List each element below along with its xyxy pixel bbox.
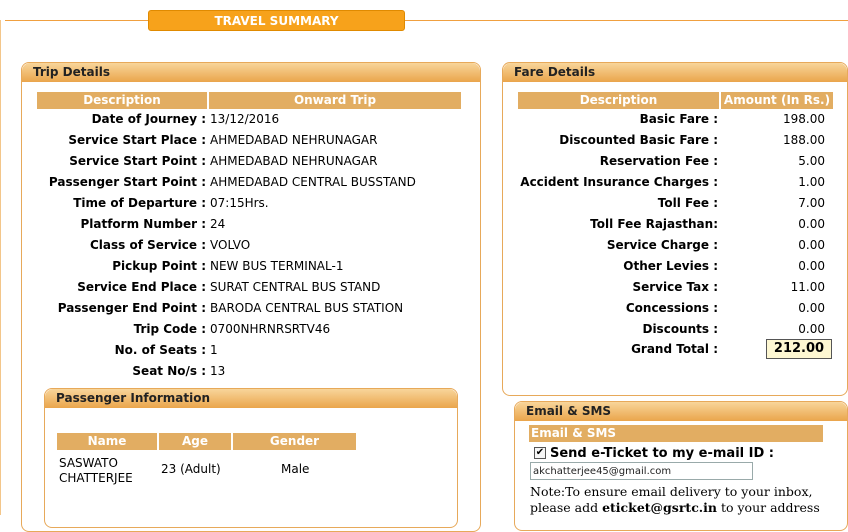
fare-row-value: 0.00 [798, 322, 825, 336]
send-eticket-checkbox[interactable]: ✔ [534, 447, 546, 459]
grand-total-label: Grand Total : [631, 342, 718, 356]
trip-row-value: NEW BUS TERMINAL-1 [210, 259, 344, 273]
email-note-line2-prefix: please add [530, 500, 603, 515]
email-sms-subheader: Email & SMS [529, 425, 823, 442]
eticket-address: eticket@gsrtc.in [602, 500, 717, 515]
trip-row-label: Service Start Place : [68, 133, 206, 147]
fare-row-label: Accident Insurance Charges : [520, 175, 718, 189]
fare-details-header: Fare Details [503, 63, 847, 82]
send-eticket-label: Send e-Ticket to my e-mail ID : [550, 446, 774, 461]
trip-row-value: 0700NHRNRSRTV46 [210, 322, 331, 336]
trip-row-value: 07:15Hrs. [210, 196, 269, 210]
trip-col-description: Description [37, 92, 207, 109]
frame-top-right-line [405, 20, 848, 21]
passenger-name-line1: SASWATO [59, 456, 118, 470]
grand-total-value: 212.00 [766, 339, 832, 359]
fare-row-label: Discounted Basic Fare : [559, 133, 718, 147]
fare-row-label: Basic Fare : [639, 112, 718, 126]
fare-row-value: 11.00 [790, 280, 825, 294]
fare-row-value: 5.00 [798, 154, 825, 168]
fare-row-label: Other Levies : [623, 259, 718, 273]
fare-row-value: 0.00 [798, 217, 825, 231]
fare-row-label: Service Tax : [632, 280, 718, 294]
fare-row-value: 198.00 [783, 112, 825, 126]
email-note-line2-suffix: to your address [717, 500, 820, 515]
trip-row-label: Seat No/s : [132, 364, 206, 378]
trip-row-label: Platform Number : [80, 217, 206, 231]
trip-row-label: Passenger Start Point : [48, 175, 206, 189]
trip-row-value: 24 [210, 217, 226, 231]
fare-row-label: Service Charge : [606, 238, 718, 252]
frame-top-left-line [5, 20, 148, 21]
checkmark-icon: ✔ [535, 447, 545, 458]
fare-row-value: 0.00 [798, 259, 825, 273]
fare-col-amount: Amount (In Rs.) [721, 92, 833, 109]
trip-row-label: Passenger End Point : [57, 301, 206, 315]
travel-summary-title: TRAVEL SUMMARY [148, 10, 405, 31]
passenger-col-name: Name [57, 433, 157, 450]
passenger-age: 23 (Adult) [161, 462, 221, 476]
email-note-line1: Note:To ensure email delivery to your in… [530, 484, 813, 499]
trip-row-value: 13/12/2016 [210, 112, 280, 126]
trip-row-value: AHMEDABAD NEHRUNAGAR [210, 133, 378, 147]
email-input[interactable] [530, 462, 753, 480]
passenger-name-line2: CHATTERJEE [59, 471, 133, 485]
fare-row-label: Concessions : [625, 301, 718, 315]
trip-row-label: Date of Journey : [91, 112, 206, 126]
fare-row-value: 0.00 [798, 238, 825, 252]
trip-row-value: 13 [210, 364, 226, 378]
trip-row-label: Class of Service : [90, 238, 206, 252]
trip-row-label: Pickup Point : [112, 259, 206, 273]
email-sms-header: Email & SMS [515, 402, 847, 421]
trip-col-onward: Onward Trip [209, 92, 461, 109]
passenger-gender: Male [281, 462, 310, 476]
fare-row-value: 188.00 [783, 133, 825, 147]
trip-row-value: AHMEDABAD NEHRUNAGAR [210, 154, 378, 168]
fare-row-value: 7.00 [798, 196, 825, 210]
passenger-col-gender: Gender [233, 433, 356, 450]
fare-row-label: Discounts : [642, 322, 718, 336]
trip-row-label: Time of Departure : [73, 196, 206, 210]
frame-left-line [0, 20, 1, 515]
fare-row-value: 0.00 [798, 301, 825, 315]
passenger-col-age: Age [159, 433, 231, 450]
email-note-line2: please add eticket@gsrtc.in to your addr… [530, 500, 820, 515]
trip-row-label: Service End Place : [77, 280, 206, 294]
fare-row-label: Toll Fee Rajasthan: [590, 217, 718, 231]
trip-details-header: Trip Details [22, 63, 480, 82]
trip-row-value: BARODA CENTRAL BUS STATION [210, 301, 404, 315]
fare-row-value: 1.00 [798, 175, 825, 189]
trip-row-label: Service Start Point : [69, 154, 206, 168]
trip-row-value: VOLVO [210, 238, 251, 252]
passenger-info-header: Passenger Information [45, 389, 457, 408]
trip-row-label: Trip Code : [133, 322, 206, 336]
trip-row-value: 1 [210, 343, 218, 357]
fare-row-label: Toll Fee : [657, 196, 718, 210]
fare-col-description: Description [518, 92, 719, 109]
trip-row-label: No. of Seats : [114, 343, 206, 357]
fare-row-label: Reservation Fee : [599, 154, 718, 168]
trip-row-value: SURAT CENTRAL BUS STAND [210, 280, 381, 294]
trip-row-value: AHMEDABAD CENTRAL BUSSTAND [210, 175, 416, 189]
